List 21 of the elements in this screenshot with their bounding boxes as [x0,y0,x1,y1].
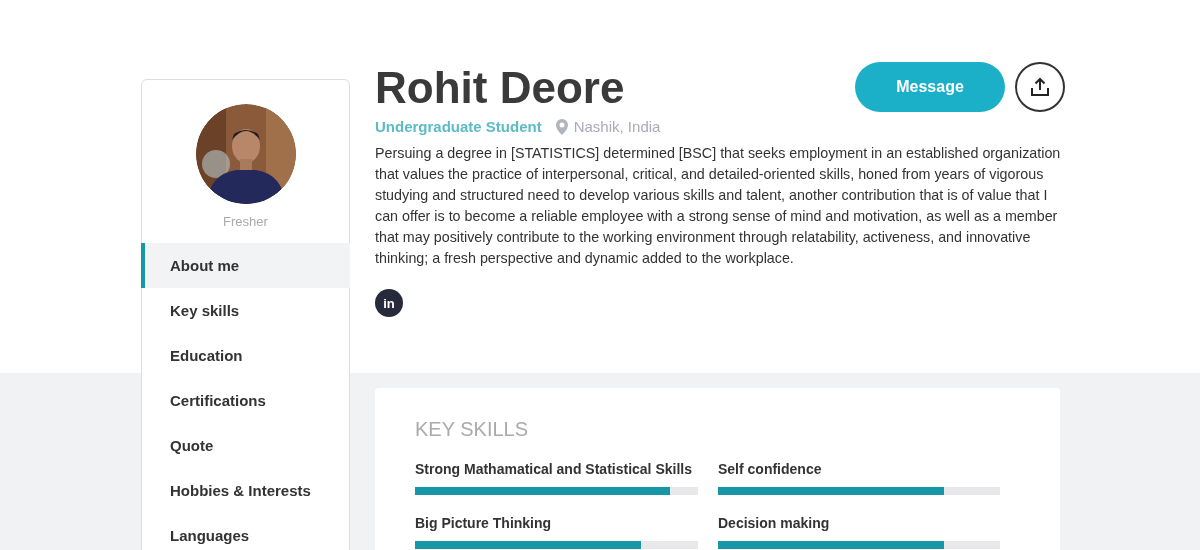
skill-name: Big Picture Thinking [415,515,553,531]
sidebar-item[interactable]: Languages [141,513,350,550]
sidebar-item[interactable]: Quote [141,423,350,468]
location-pin-icon [555,118,568,135]
about-text: Persuing a degree in [STATISTICS] determined [BSC] that seeks employment in an established organization that values the practice of interpersonal, critical, and detailed-oriented skills, honed from years of vigorous studying and structured need to develop various skills and talent, another contribution that is of value that I can offer is to become a reliable employee with a strong sense of mind and motivation, as well as a member that may positively contribute to the working environment through relatability, activeness, and innovative thinking; a fresh perspective and dynamic added to the workplace. [375,144,1062,268]
skill-name: Self confidence [718,461,823,477]
location-label: Nashik, India [573,118,661,135]
skill-name: Strong Mathamatical and Statistical Skills [415,461,693,477]
sidebar-item[interactable]: Hobbies & Interests [141,468,350,513]
share-icon [1030,77,1050,97]
status-label: Fresher [223,214,268,229]
sidebar-item[interactable]: Key skills [141,288,350,333]
share-button[interactable] [1015,62,1065,112]
sidebar-item[interactable]: Certifications [141,378,350,423]
skill-name: Decision making [718,515,831,531]
role-label: Undergraduate Student [375,118,542,135]
social-link[interactable]: in [375,289,403,317]
sidebar-item[interactable]: About me [141,243,350,288]
sidebar-item[interactable]: Education [141,333,350,378]
section-title: KEY SKILLS [415,418,530,441]
profile-name: Rohit Deore [375,62,626,114]
